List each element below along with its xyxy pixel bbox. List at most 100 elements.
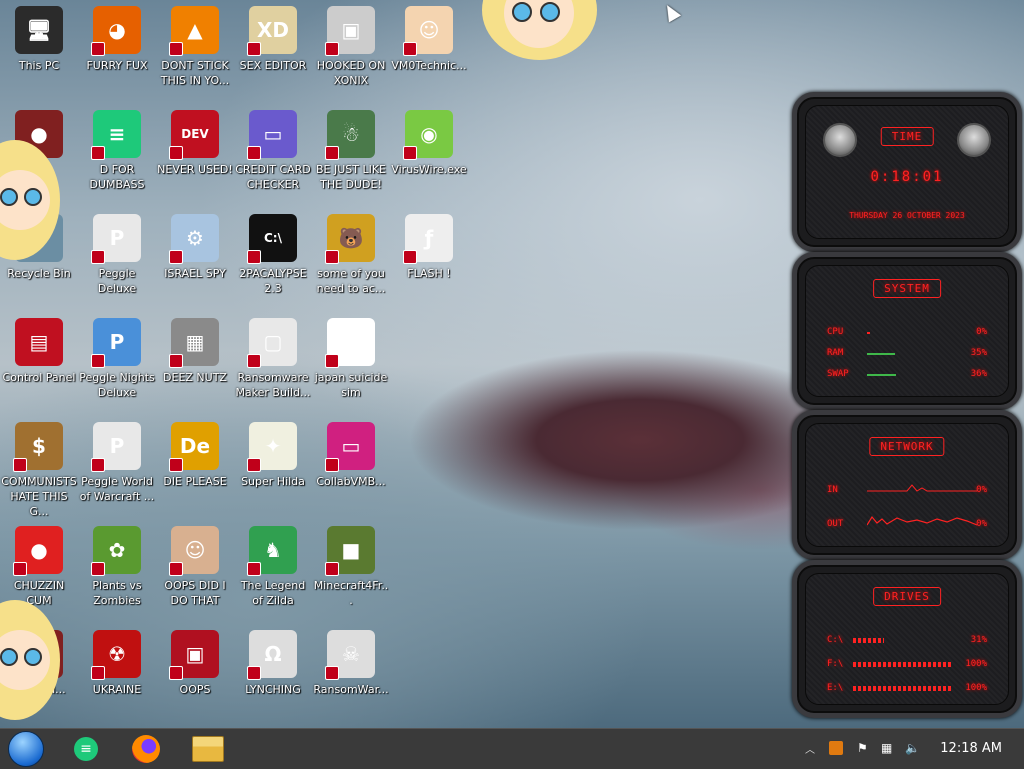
desktop-icon[interactable]: ▲ DONT STICK THIS IN YO... (156, 6, 234, 88)
stack-icon: ▦ (169, 318, 219, 368)
desktop-icon[interactable]: P Peggle World of Warcraft ... (78, 422, 156, 504)
icon-glyph: ☠ (342, 642, 360, 666)
money-bag-icon: $ (13, 422, 63, 472)
desktop-icon[interactable]: C:\ 2PACALYPSE 2.3 (234, 214, 312, 296)
desktop-icon[interactable]: ◣ japan suicide sim (312, 318, 390, 400)
shortcut-badge-icon (247, 562, 261, 576)
desktop-icon[interactable]: P Peggle Deluxe (78, 214, 156, 296)
desktop-icon[interactable]: ⚙ ISRAEL SPY (156, 214, 234, 281)
net-in-value: 0% (976, 485, 987, 495)
zelda-icon: ♞ (247, 526, 297, 576)
tray-app-icon[interactable] (829, 741, 843, 755)
desktop-icon[interactable]: 🖥 This PC (0, 6, 78, 73)
icon-glyph: ▭ (341, 434, 361, 458)
desktop-icon-label: OOPS DID I DO THAT (164, 579, 226, 607)
desktop-icon[interactable]: $ COMMUNISTS HATE THIS G... (0, 422, 78, 519)
shortcut-badge-icon (169, 354, 183, 368)
tray-chevron-icon[interactable]: ︿ (805, 741, 819, 756)
shortcut-badge-icon (91, 562, 105, 576)
desktop-icon[interactable]: ☢ UKRAINE (78, 630, 156, 697)
taskbar-notes-button[interactable]: ≡ (66, 733, 106, 765)
start-button[interactable] (6, 731, 46, 767)
desktop-icon[interactable]: ■ Minecraft4Fr... (312, 526, 390, 608)
tray-flag-icon[interactable]: ⚑ (857, 741, 871, 755)
desktop-icon[interactable]: ☃ BE JUST LIKE THE DUDE! (312, 110, 390, 192)
bear-icon: 🐻 (325, 214, 375, 264)
desktop-icon-label: Peggle World of Warcraft ... (79, 475, 155, 503)
icon-glyph: ▲ (187, 18, 203, 42)
desktop-icon-label: Peggle Deluxe (97, 267, 137, 295)
icon-glyph: ▭ (263, 122, 283, 146)
peggle-nights-icon: P (91, 318, 141, 368)
alien-head-icon (957, 123, 991, 157)
drive-usage-bar (853, 662, 953, 667)
shortcut-badge-icon (169, 562, 183, 576)
shortcut-badge-icon (247, 146, 261, 160)
icon-glyph: 🐻 (338, 226, 364, 250)
cpu-label: CPU (827, 327, 844, 337)
desktop-icon[interactable]: ✿ Plants vs Zombies (78, 526, 156, 608)
desktop-icon[interactable]: ✦ Super Hilda (234, 422, 312, 489)
drive-label: C:\ (827, 635, 844, 645)
icon-glyph: DEV (181, 127, 209, 141)
shortcut-badge-icon (325, 666, 339, 680)
mouse-cursor-icon (660, 1, 682, 23)
desktop-icon-label: HOOKED ON XONIX (316, 59, 386, 87)
desktop-icon[interactable]: ◉ VirusWire.exe (390, 110, 468, 177)
desktop-icon[interactable]: DEV NEVER USED! (156, 110, 234, 177)
desktop-icon-label: FLASH ! (407, 267, 451, 280)
time-title: TIME (880, 127, 934, 146)
desktop-icon[interactable]: P Peggle Nights Deluxe (78, 318, 156, 400)
desktop-icon[interactable]: ▦ DEEZ NUTZ (156, 318, 234, 385)
shortcut-badge-icon (325, 458, 339, 472)
shortcut-badge-icon (325, 354, 339, 368)
shortcut-badge-icon (247, 42, 261, 56)
swap-bar (867, 374, 896, 376)
cartoon-sticker-bottom (0, 600, 60, 720)
desktop-icon[interactable]: Ω LYNCHING (234, 630, 312, 697)
desktop-icon[interactable]: ▭ CREDIT CARD CHECKER (234, 110, 312, 192)
desktop-icon[interactable]: ▤ Control Panel (0, 318, 78, 385)
xonix-icon: ▣ (325, 6, 375, 56)
taskbar-firefox-button[interactable] (126, 733, 166, 765)
taskbar-file-explorer-button[interactable] (188, 733, 228, 765)
desktop-icon[interactable]: ▭ CollabVMB... (312, 422, 390, 489)
firefox-icon: ◕ (91, 6, 141, 56)
desktop-icon[interactable]: De DIE PLEASE (156, 422, 234, 489)
desktop-icon-label: CollabVMB... (316, 475, 386, 488)
taskbar: ≡ ︿ ⚑ ▦ 🔈 12:18 AM (0, 728, 1024, 769)
japan-sim-icon: ◣ (325, 318, 375, 368)
swap-value: 36% (970, 369, 987, 379)
notes-icon: ≡ (91, 110, 141, 160)
tray-volume-icon[interactable]: 🔈 (905, 741, 920, 755)
desktop-icon-label: some of you need to ac... (316, 267, 386, 295)
desktop-icon[interactable]: ☠ RansomWar... (312, 630, 390, 697)
desktop-icon-label: DONT STICK THIS IN YO... (160, 59, 230, 87)
desktop-icon[interactable]: ▣ OOPS (156, 630, 234, 697)
desktop-icon-label: Peggle Nights Deluxe (79, 371, 155, 399)
desktop-icon[interactable]: ● CHUZZIN CUM (0, 526, 78, 608)
tray-network-icon[interactable]: ▦ (881, 741, 895, 755)
desktop-icon[interactable]: 🐻 some of you need to ac... (312, 214, 390, 296)
icon-glyph: ƒ (424, 226, 434, 250)
computer-icon: 🖥 (15, 6, 63, 54)
desktop-icon[interactable]: ▢ Ransomware Maker Build... (234, 318, 312, 400)
desktop-icon[interactable]: ▣ HOOKED ON XONIX (312, 6, 390, 88)
desktop-icon[interactable]: ♞ The Legend of Zilda (234, 526, 312, 608)
shortcut-badge-icon (403, 42, 417, 56)
desktop-icon-label: Minecraft4Fr... (313, 579, 389, 607)
drive-value: 31% (970, 635, 987, 645)
desktop-icon[interactable]: XD SEX EDITOR (234, 6, 312, 73)
desktop-icon[interactable]: ◕ FURRY FUX (78, 6, 156, 73)
start-orb-icon (8, 731, 44, 767)
desktop-icon[interactable]: ≡ D FOR DUMBASS (78, 110, 156, 192)
desktop-icon[interactable]: ƒ FLASH ! (390, 214, 468, 281)
desktop-icon[interactable]: ☺ VM0Technic... (390, 6, 468, 73)
taskbar-clock[interactable]: 12:18 AM (940, 741, 1002, 756)
icon-glyph: P (109, 226, 125, 250)
control-panel-icon: ▤ (15, 318, 63, 366)
desktop-icon[interactable]: ☺ OOPS DID I DO THAT (156, 526, 234, 608)
oops-icon: ▣ (169, 630, 219, 680)
cartoon-sticker-top (482, 0, 597, 60)
desktop-icon-label: NEVER USED! (157, 163, 233, 176)
